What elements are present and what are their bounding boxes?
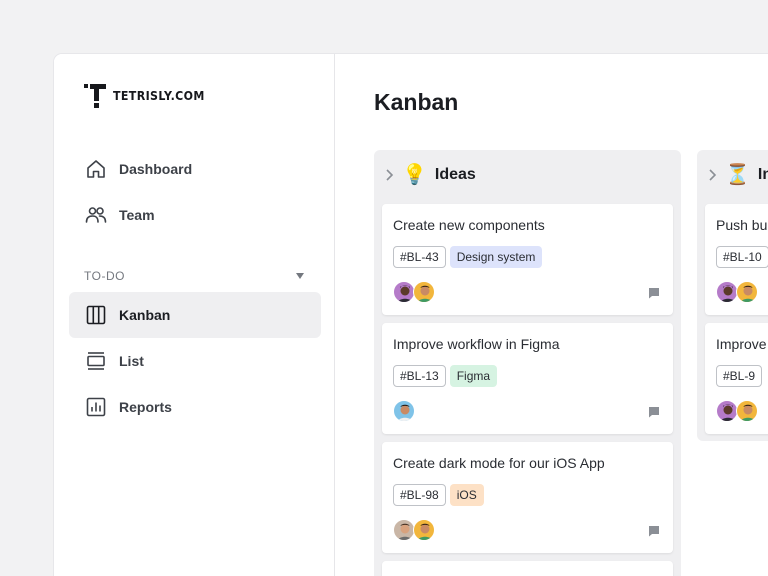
ticket-id-badge: #BL-13 xyxy=(393,365,446,387)
nav-label-reports: Reports xyxy=(119,399,172,415)
lightbulb-icon: 💡 xyxy=(402,164,427,186)
comment-icon[interactable] xyxy=(648,405,660,418)
column-header: 💡 Ideas xyxy=(374,150,476,200)
nav-item-dashboard[interactable]: Dashboard xyxy=(69,146,321,192)
card-title: Improve workflow in Figma xyxy=(393,336,560,352)
nav-label-team: Team xyxy=(119,207,155,223)
chart-icon xyxy=(85,396,107,418)
kanban-card[interactable]: Create dark mode for our iOS App #BL-98 … xyxy=(382,442,673,553)
avatar[interactable] xyxy=(716,281,738,303)
app-window: TETRISLY.COM Dashboard Team TO-DO Kanban… xyxy=(54,54,768,576)
kanban-column-in-progress: ⏳ In Push bu #BL-10 Improve #BL-9 xyxy=(697,150,768,441)
hourglass-icon: ⏳ xyxy=(725,164,750,186)
avatar[interactable] xyxy=(736,281,758,303)
ticket-id-badge: #BL-98 xyxy=(393,484,446,506)
assignees xyxy=(393,519,435,541)
card-title: Create new components xyxy=(393,217,545,233)
section-title: TO-DO xyxy=(84,269,125,283)
nav-label-dashboard: Dashboard xyxy=(119,161,193,177)
nav-item-reports[interactable]: Reports xyxy=(69,384,321,430)
page-title: Kanban xyxy=(374,89,459,115)
avatar[interactable] xyxy=(393,400,415,422)
assignees xyxy=(716,281,758,303)
avatar[interactable] xyxy=(413,519,435,541)
chevron-right-icon[interactable] xyxy=(707,168,717,182)
assignees xyxy=(716,400,758,422)
avatar[interactable] xyxy=(393,519,415,541)
tag-badge: Design system xyxy=(449,246,543,268)
ticket-id-badge: #BL-10 xyxy=(716,246,768,268)
card-title: Push bu xyxy=(716,217,768,233)
comment-icon[interactable] xyxy=(648,524,660,537)
kanban-column-ideas: 💡 Ideas Create new components #BL-43 Des… xyxy=(374,150,681,576)
users-icon xyxy=(85,204,107,226)
kanban-card[interactable]: Create new components #BL-43 Design syst… xyxy=(382,204,673,315)
column-header: ⏳ In xyxy=(697,150,768,200)
home-icon xyxy=(85,158,107,180)
assignees xyxy=(393,281,435,303)
column-title: In xyxy=(757,166,768,183)
kanban-card[interactable]: Push bu #BL-10 xyxy=(705,204,768,315)
column-title: Ideas xyxy=(434,166,476,183)
comment-icon[interactable] xyxy=(648,286,660,299)
avatar[interactable] xyxy=(413,281,435,303)
tag-badge: iOS xyxy=(449,484,484,506)
tetrisly-logo-icon xyxy=(84,84,106,108)
tag-badge: Figma xyxy=(449,365,498,387)
nav-label-list: List xyxy=(119,353,144,369)
kanban-card[interactable]: Improve workflow in Figma #BL-13 Figma xyxy=(382,323,673,434)
sidebar: TETRISLY.COM Dashboard Team TO-DO Kanban… xyxy=(54,54,335,576)
kanban-card[interactable]: Improve #BL-9 xyxy=(705,323,768,434)
columns-icon xyxy=(85,304,107,326)
ticket-id-badge: #BL-9 xyxy=(716,365,763,387)
chevron-right-icon[interactable] xyxy=(384,168,394,182)
nav-item-team[interactable]: Team xyxy=(69,192,321,238)
avatar[interactable] xyxy=(716,400,738,422)
card-title: Create dark mode for our iOS App xyxy=(393,455,605,471)
chevron-down-icon[interactable] xyxy=(296,273,304,279)
ticket-id-badge: #BL-43 xyxy=(393,246,446,268)
section-header-todo[interactable]: TO-DO xyxy=(84,268,304,284)
nav-item-kanban[interactable]: Kanban xyxy=(69,292,321,338)
main-content: Kanban 💡 Ideas Create new components #BL… xyxy=(336,54,768,576)
nav-item-list[interactable]: List xyxy=(69,338,321,384)
avatar[interactable] xyxy=(393,281,415,303)
kanban-card[interactable] xyxy=(382,561,673,576)
nav-label-kanban: Kanban xyxy=(119,307,171,323)
avatar[interactable] xyxy=(736,400,758,422)
list-icon xyxy=(85,350,107,372)
assignees xyxy=(393,400,415,422)
brand-name: TETRISLY.COM xyxy=(113,89,205,103)
card-title: Improve xyxy=(716,336,767,352)
brand-logo[interactable]: TETRISLY.COM xyxy=(84,84,213,108)
